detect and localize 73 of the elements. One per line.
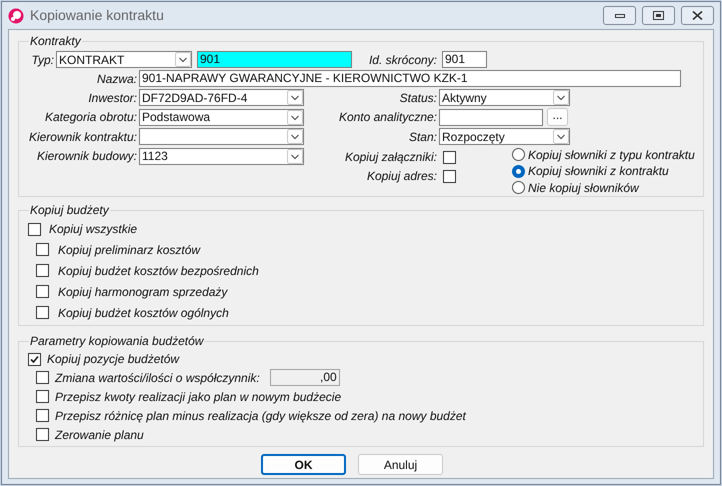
chevron-down-icon xyxy=(553,90,569,106)
field-label: Stan: xyxy=(408,128,438,146)
close-button[interactable] xyxy=(681,6,714,25)
text-field[interactable]: 901 xyxy=(197,51,352,68)
checkbox-label: Kopiuj wszystkie xyxy=(49,221,138,238)
text-field[interactable]: 901 xyxy=(442,51,487,68)
field-label: Kategoria obrotu: xyxy=(44,109,138,126)
checkbox[interactable] xyxy=(36,285,49,298)
dropdown[interactable]: Aktywny xyxy=(439,89,570,106)
field-label: Kopiuj załączniki: xyxy=(344,149,438,166)
window-title: Kopiowanie kontraktu xyxy=(30,6,164,25)
checkbox-label: Zmiana wartości/ilości o współczynnik: xyxy=(55,370,260,386)
chevron-down-icon xyxy=(287,148,303,164)
radio-label: Kopiuj słowniki z typu kontraktu xyxy=(528,146,695,164)
checkbox-label: Kopiuj budżet kosztów bezpośrednich xyxy=(58,262,259,280)
app-logo-icon xyxy=(8,8,24,24)
radio-button[interactable] xyxy=(512,148,525,162)
field-label: Kierownik budowy: xyxy=(36,148,138,166)
dropdown[interactable] xyxy=(139,128,304,146)
checkbox[interactable] xyxy=(36,409,49,422)
checkbox[interactable] xyxy=(28,222,41,236)
factor-field[interactable]: ,00 xyxy=(270,369,340,386)
checkbox-label: Kopiuj pozycje budżetów xyxy=(47,351,180,368)
dropdown[interactable]: Rozpoczęty xyxy=(439,128,570,146)
checkbox[interactable] xyxy=(443,170,456,182)
chevron-down-icon xyxy=(175,52,191,67)
dropdown[interactable]: 1123 xyxy=(139,148,304,165)
dropdown[interactable]: Podstawowa xyxy=(139,108,304,126)
text-field[interactable]: 901-NAPRAWY GWARANCYJNE - KIEROWNICTWO KZK-1 xyxy=(139,70,681,87)
checkbox[interactable] xyxy=(28,352,41,366)
maximize-icon xyxy=(653,11,664,20)
field-label: Typ: xyxy=(30,52,55,68)
field-label: Inwestor: xyxy=(87,90,138,107)
checkbox-label: Przepisz różnicę plan minus realizacja (gdy większe od zera) na nowy budżet xyxy=(55,408,466,424)
checkbox[interactable] xyxy=(36,371,49,384)
checkbox[interactable] xyxy=(36,306,49,319)
browse-button[interactable]: ... xyxy=(547,108,568,126)
checkbox[interactable] xyxy=(36,243,49,256)
field-label: Id. skrócony: xyxy=(368,52,438,68)
group-title: Kopiuj budżety xyxy=(29,202,110,219)
dialog-button[interactable]: OK xyxy=(261,454,346,475)
radio-label: Nie kopiuj słowników xyxy=(528,180,639,197)
checkbox-label: Kopiuj preliminarz kosztów xyxy=(58,242,200,258)
type-dropdown[interactable]: KONTRAKT xyxy=(56,51,192,68)
checkbox-label: Kopiuj harmonogram sprzedaży xyxy=(58,284,228,300)
chevron-down-icon xyxy=(287,90,303,106)
minimize-button[interactable] xyxy=(603,6,636,25)
field-label: Status: xyxy=(398,90,438,107)
checkbox[interactable] xyxy=(36,390,49,403)
dropdown[interactable]: DF72D9AD-76FD-4 xyxy=(139,89,304,106)
checkbox-label: Kopiuj budżet kosztów ogólnych xyxy=(58,304,229,322)
field-label: Kopiuj adres: xyxy=(366,168,438,185)
group-title: Kontrakty xyxy=(29,33,82,50)
chevron-down-icon xyxy=(287,110,303,125)
field-label: Nazwa: xyxy=(96,70,138,88)
field-label: Konto analityczne: xyxy=(338,109,438,126)
group-title: Parametry kopiowania budżetów xyxy=(29,333,204,350)
dialog-button[interactable]: Anuluj xyxy=(358,454,443,475)
field-label: Kierownik kontraktu: xyxy=(28,128,138,146)
close-icon xyxy=(692,11,703,20)
minimize-icon xyxy=(614,14,624,18)
checkbox-label: Zerowanie planu xyxy=(55,426,144,444)
radio-label: Kopiuj słowniki z kontraktu xyxy=(528,163,669,180)
checkbox[interactable] xyxy=(443,150,456,164)
chevron-down-icon xyxy=(553,129,569,144)
radio-button[interactable] xyxy=(512,164,525,178)
text-field[interactable] xyxy=(439,108,543,126)
maximize-button[interactable] xyxy=(642,6,675,25)
checkbox[interactable] xyxy=(36,428,49,441)
chevron-down-icon xyxy=(287,129,303,144)
checkbox-label: Przepisz kwoty realizacji jako plan w nowym budżecie xyxy=(55,388,342,406)
checkbox[interactable] xyxy=(36,264,49,277)
radio-button[interactable] xyxy=(512,181,525,194)
